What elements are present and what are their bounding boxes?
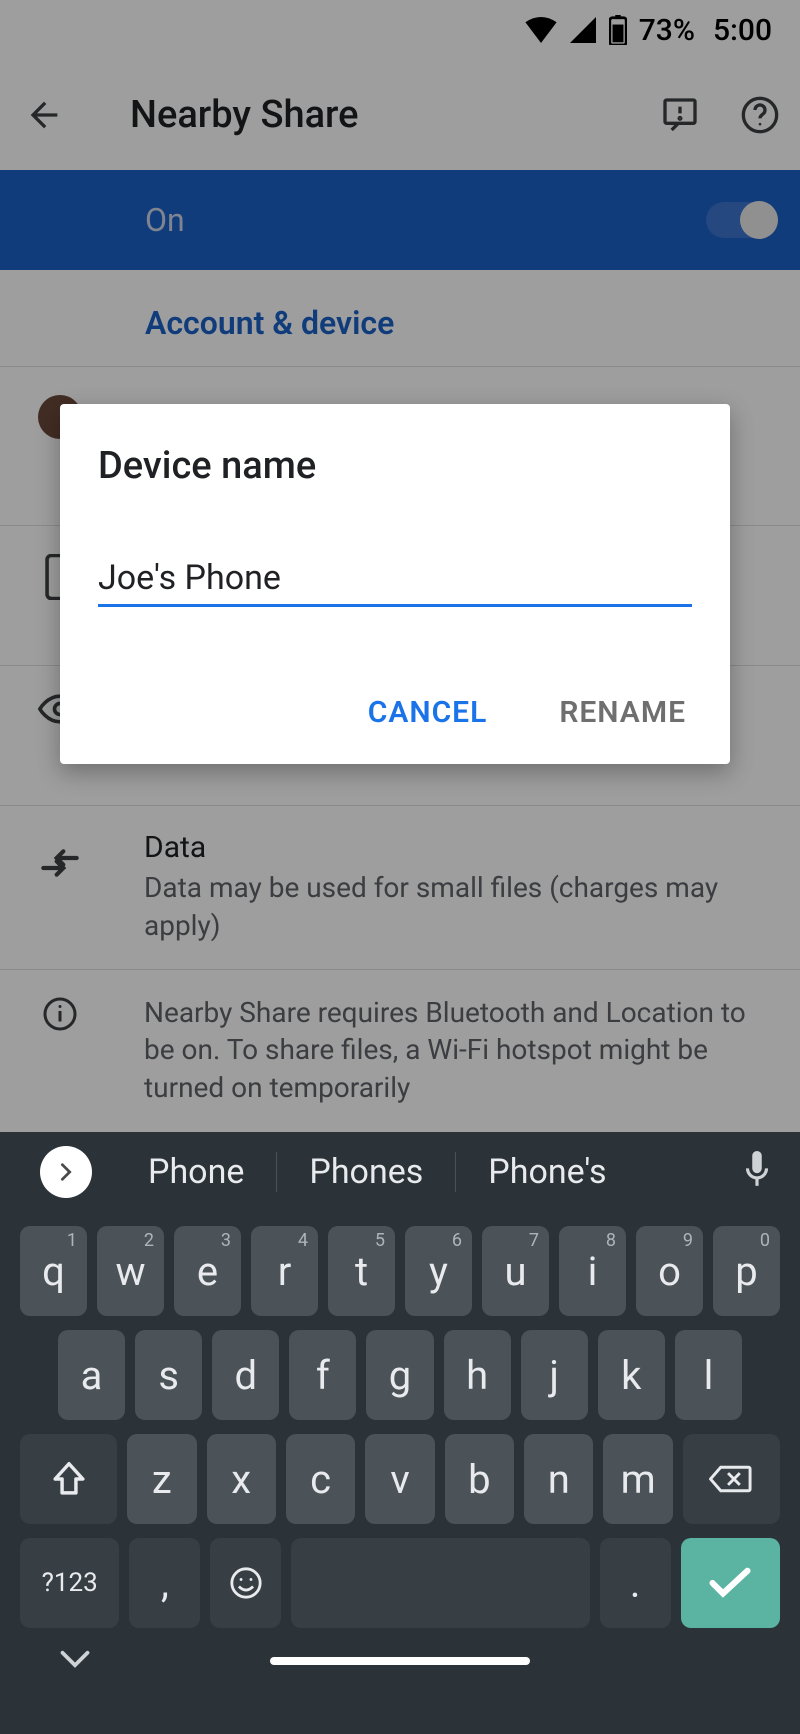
- enter-key[interactable]: [681, 1538, 780, 1628]
- soft-keyboard: Phone Phones Phone's q1w2e3r4t5y6u7i8o9p…: [0, 1132, 800, 1734]
- key-z[interactable]: z: [127, 1434, 196, 1524]
- key-p[interactable]: p0: [713, 1226, 780, 1316]
- key-s[interactable]: s: [135, 1330, 202, 1420]
- key-row-2: asdfghjkl: [0, 1330, 800, 1420]
- check-icon: [709, 1567, 751, 1599]
- device-name-input[interactable]: [98, 558, 692, 598]
- expand-suggestions-button[interactable]: [40, 1146, 92, 1198]
- nav-home-pill[interactable]: [270, 1657, 530, 1665]
- shift-icon: [52, 1461, 86, 1497]
- key-i[interactable]: i8: [559, 1226, 626, 1316]
- shift-key[interactable]: [20, 1434, 117, 1524]
- rename-button[interactable]: RENAME: [553, 685, 692, 740]
- key-b[interactable]: b: [445, 1434, 514, 1524]
- emoji-key[interactable]: [210, 1538, 281, 1628]
- key-n[interactable]: n: [524, 1434, 593, 1524]
- backspace-icon: [709, 1463, 753, 1495]
- key-a[interactable]: a: [58, 1330, 125, 1420]
- symbols-key[interactable]: ?123: [20, 1538, 119, 1628]
- key-r[interactable]: r4: [251, 1226, 318, 1316]
- backspace-key[interactable]: [683, 1434, 780, 1524]
- key-v[interactable]: v: [365, 1434, 434, 1524]
- key-h[interactable]: h: [444, 1330, 511, 1420]
- space-key[interactable]: [291, 1538, 589, 1628]
- key-e[interactable]: e3: [174, 1226, 241, 1316]
- key-row-1: q1w2e3r4t5y6u7i8o9p0: [0, 1226, 800, 1316]
- key-y[interactable]: y6: [405, 1226, 472, 1316]
- cancel-button[interactable]: CANCEL: [362, 685, 494, 740]
- chevron-down-icon: [60, 1650, 90, 1668]
- key-m[interactable]: m: [603, 1434, 672, 1524]
- key-l[interactable]: l: [675, 1330, 742, 1420]
- key-row-3: zxcvbnm: [0, 1434, 800, 1524]
- nav-bar: [0, 1628, 800, 1694]
- key-w[interactable]: w2: [97, 1226, 164, 1316]
- emoji-icon: [229, 1566, 263, 1600]
- device-name-dialog: Device name CANCEL RENAME: [60, 404, 730, 764]
- suggestion-strip: Phone Phones Phone's: [0, 1132, 800, 1212]
- dialog-title: Device name: [98, 444, 692, 488]
- key-d[interactable]: d: [212, 1330, 279, 1420]
- mic-icon: [742, 1151, 772, 1189]
- key-u[interactable]: u7: [482, 1226, 549, 1316]
- suggestion-2[interactable]: Phones: [285, 1152, 447, 1192]
- comma-key[interactable]: ,: [129, 1538, 200, 1628]
- chevron-right-icon: [55, 1161, 77, 1183]
- separator: [455, 1152, 456, 1192]
- keyboard-collapse-button[interactable]: [60, 1650, 90, 1672]
- key-t[interactable]: t5: [328, 1226, 395, 1316]
- key-o[interactable]: o9: [636, 1226, 703, 1316]
- suggestion-3[interactable]: Phone's: [464, 1152, 630, 1192]
- mic-button[interactable]: [742, 1151, 772, 1193]
- key-g[interactable]: g: [366, 1330, 433, 1420]
- key-x[interactable]: x: [207, 1434, 276, 1524]
- key-j[interactable]: j: [521, 1330, 588, 1420]
- key-f[interactable]: f: [289, 1330, 356, 1420]
- key-c[interactable]: c: [286, 1434, 355, 1524]
- period-key[interactable]: .: [600, 1538, 671, 1628]
- key-q[interactable]: q1: [20, 1226, 87, 1316]
- key-row-4: ?123 , .: [0, 1538, 800, 1628]
- key-k[interactable]: k: [598, 1330, 665, 1420]
- suggestion-1[interactable]: Phone: [124, 1152, 268, 1192]
- separator: [276, 1152, 277, 1192]
